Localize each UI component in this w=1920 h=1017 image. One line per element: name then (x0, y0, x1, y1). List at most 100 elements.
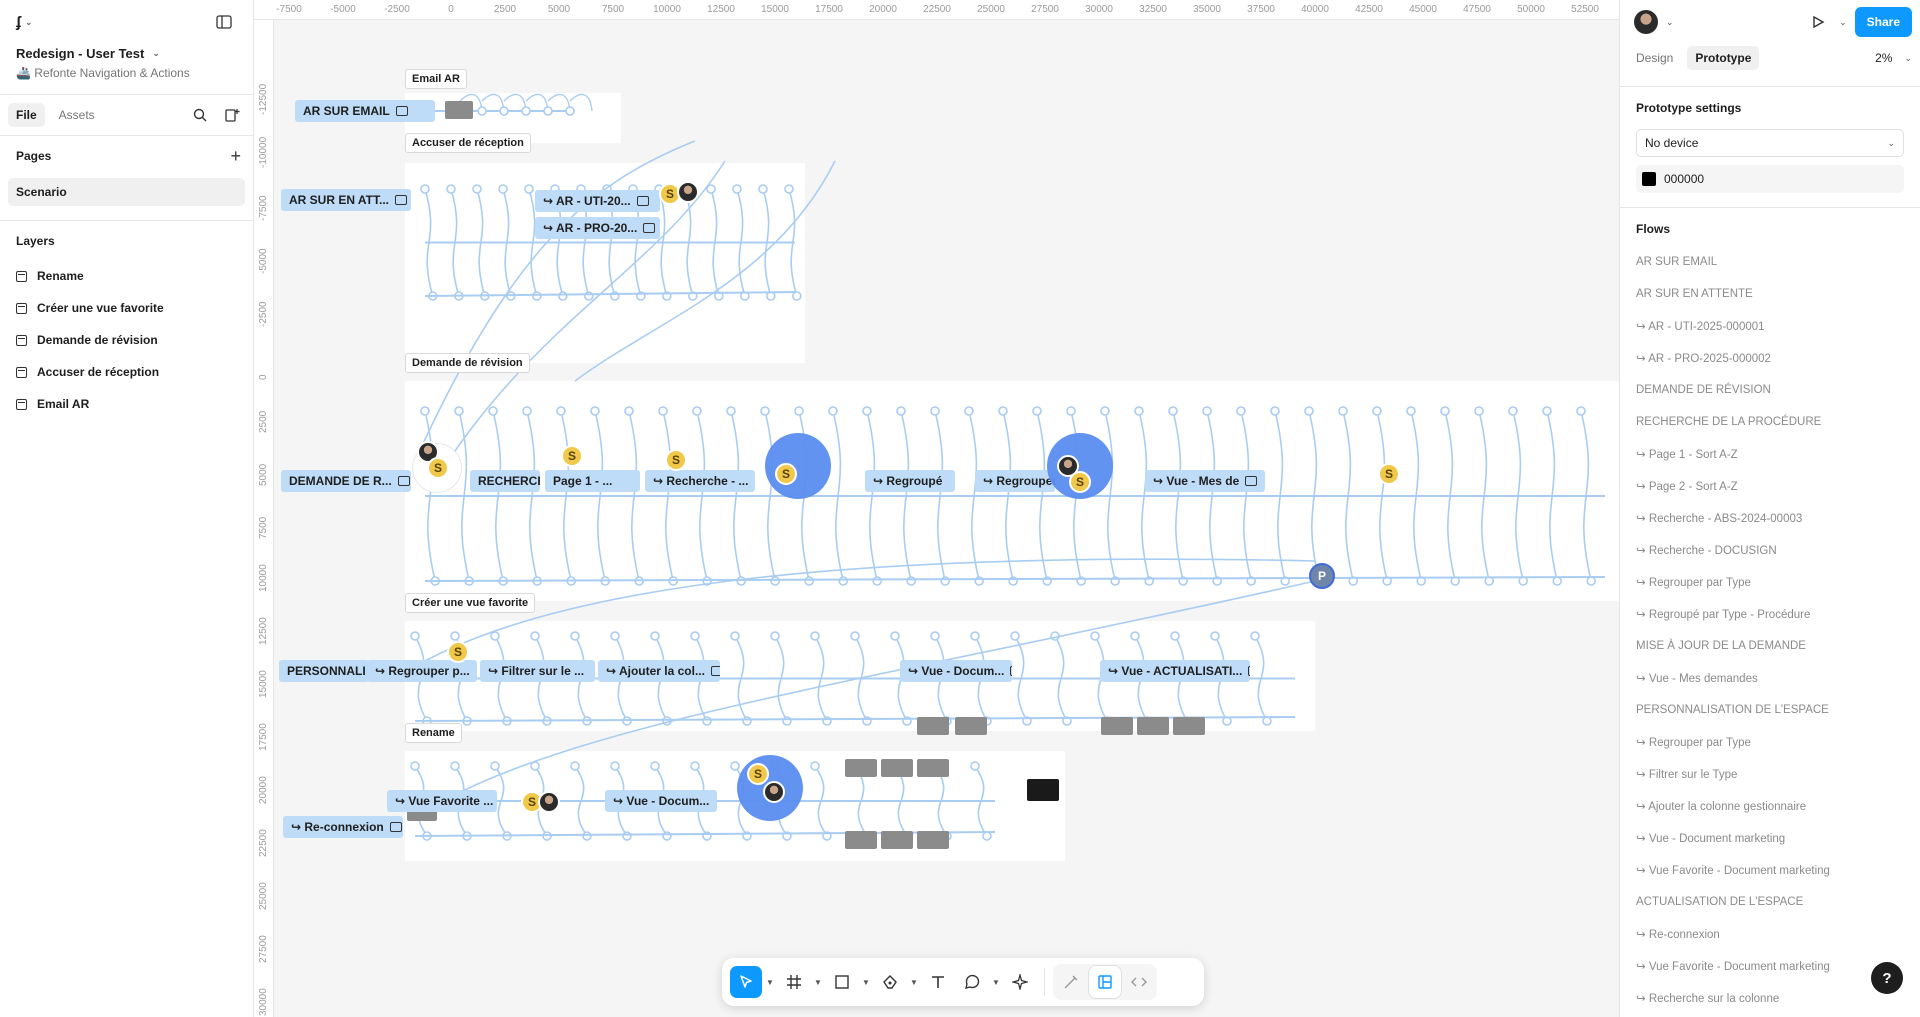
collaborator-avatar[interactable] (538, 791, 560, 813)
flow-recherche-abs[interactable]: ↪ Recherche - ... (645, 470, 755, 492)
flow-item[interactable]: AR SUR EMAIL (1636, 246, 1904, 278)
library-button[interactable] (219, 102, 245, 128)
chevron-down-icon[interactable]: ⌄ (1904, 53, 1912, 64)
flow-item[interactable]: PERSONNALISATION DE L'ESPACE (1636, 694, 1904, 726)
flow-item[interactable]: ↪ Page 2 - Sort A-Z (1636, 470, 1904, 502)
chevron-down-icon[interactable]: ▼ (990, 978, 1002, 987)
section-title-creer-vue-favorite[interactable]: Créer une vue favorite (405, 593, 536, 613)
frame-thumbnail[interactable] (917, 759, 949, 777)
present-icon[interactable] (1248, 666, 1250, 676)
flow-vue-docum-2[interactable]: ↪ Vue - Docum... (605, 790, 717, 812)
search-button[interactable] (187, 102, 213, 128)
page-item-scenario[interactable]: Scenario (8, 178, 245, 206)
flow-item[interactable]: ↪ Vue Favorite - Document marketing (1636, 854, 1904, 886)
flow-item[interactable]: ↪ Vue Favorite - Document marketing (1636, 950, 1904, 982)
chevron-down-icon[interactable]: ▼ (812, 978, 824, 987)
flow-item[interactable]: ACTUALISATION DE L'ESPACE (1636, 886, 1904, 918)
section-title-email-ar[interactable]: Email AR (405, 69, 467, 89)
frame-thumbnail[interactable] (845, 759, 877, 777)
flow-filtrer[interactable]: ↪ Filtrer sur le ... (480, 660, 595, 682)
flow-regrouper[interactable]: ↪ Regrouper (975, 470, 1055, 492)
flow-item[interactable]: DEMANDE DE RÉVISION (1636, 374, 1904, 406)
flow-regrouper-par[interactable]: ↪ Regrouper p... (367, 660, 477, 682)
background-color-field[interactable]: 000000 (1636, 165, 1904, 193)
collaborator-avatar[interactable]: S (427, 457, 449, 479)
present-icon[interactable] (389, 822, 402, 832)
present-icon[interactable] (395, 106, 408, 116)
flow-item[interactable]: RECHERCHE DE LA PROCÉDURE (1636, 406, 1904, 438)
flow-item[interactable]: ↪ Recherche - ABS-2024-00003 (1636, 502, 1904, 534)
tab-design[interactable]: Design (1628, 46, 1681, 70)
color-swatch[interactable] (1642, 172, 1656, 186)
layer-item[interactable]: Demande de révision (0, 324, 253, 356)
flow-start-ar-sur-en-attente[interactable]: AR SUR EN ATT... (281, 189, 411, 211)
add-page-icon[interactable]: + (230, 146, 241, 167)
layer-item[interactable]: Rename (0, 260, 253, 292)
flow-item[interactable]: MISE À JOUR DE LA DEMANDE (1636, 630, 1904, 662)
section-title-accuser-reception[interactable]: Accuser de réception (405, 133, 531, 153)
chevron-down-icon[interactable]: ⌄ (1839, 17, 1847, 28)
flow-item[interactable]: ↪ Regroupé par Type - Procédure (1636, 598, 1904, 630)
main-menu-button[interactable]: ʄ ⌄ (16, 14, 33, 31)
chevron-down-icon[interactable]: ▼ (764, 978, 776, 987)
tab-file[interactable]: File (8, 103, 45, 127)
flow-item[interactable]: ↪ Re-connexion (1636, 918, 1904, 950)
chevron-down-icon[interactable]: ▼ (908, 978, 920, 987)
flow-item[interactable]: ↪ AR - PRO-2025-000002 (1636, 342, 1904, 374)
section-title-demande-revision[interactable]: Demande de révision (405, 353, 530, 373)
flow-item[interactable]: ↪ Regrouper par Type (1636, 726, 1904, 758)
design-mode-button[interactable] (1089, 966, 1121, 998)
layer-item[interactable]: Email AR (0, 388, 253, 420)
frame-tool-button[interactable] (778, 966, 810, 998)
present-button[interactable] (1805, 9, 1831, 35)
text-tool-button[interactable] (922, 966, 954, 998)
present-icon[interactable] (710, 666, 720, 676)
chevron-down-icon[interactable]: ⌄ (1666, 17, 1674, 28)
flow-vue-actualisation[interactable]: ↪ Vue - ACTUALISATI... (1100, 660, 1250, 682)
chevron-down-icon[interactable]: ▼ (860, 978, 872, 987)
share-button[interactable]: Share (1854, 7, 1912, 37)
frame-thumbnail[interactable] (1101, 717, 1133, 735)
flow-ar-pro[interactable]: ↪ AR - PRO-20... (535, 217, 660, 239)
frame-thumbnail[interactable] (917, 717, 949, 735)
section-title-rename[interactable]: Rename (405, 723, 462, 743)
frame-thumbnail[interactable] (955, 717, 987, 735)
present-icon[interactable] (1010, 666, 1012, 676)
actions-tool-button[interactable] (1004, 966, 1036, 998)
flow-start-personnalisation[interactable]: PERSONNALI (279, 660, 369, 682)
present-icon[interactable] (636, 196, 649, 206)
frame-thumbnail[interactable] (845, 831, 877, 849)
flow-item[interactable]: ↪ Vue - Document marketing (1636, 822, 1904, 854)
frame-thumbnail[interactable] (881, 759, 913, 777)
background-color-value[interactable]: 000000 (1664, 172, 1704, 186)
flow-start-demande-revision[interactable]: DEMANDE DE R... (281, 470, 411, 492)
collaborator-avatar[interactable]: S (561, 445, 583, 467)
collaborator-avatar[interactable] (763, 781, 785, 803)
frame-thumbnail[interactable] (1137, 717, 1169, 735)
project-name[interactable]: 🚢 Refonte Navigation & Actions (16, 66, 237, 80)
flow-item[interactable]: ↪ Filtrer sur le Type (1636, 758, 1904, 790)
present-icon[interactable] (397, 476, 410, 486)
device-select[interactable]: No device ⌄ (1636, 129, 1904, 157)
flow-ajouter-colonne[interactable]: ↪ Ajouter la col... (598, 660, 720, 682)
frame-thumbnail[interactable] (881, 831, 913, 849)
collaborator-avatar[interactable]: S (1069, 471, 1091, 493)
move-tool-button[interactable] (730, 966, 762, 998)
layer-item[interactable]: Créer une vue favorite (0, 292, 253, 324)
frame-thumbnail[interactable] (917, 831, 949, 849)
collaborator-avatar[interactable]: S (665, 449, 687, 471)
help-button[interactable]: ? (1871, 962, 1903, 994)
flow-start-ar-sur-email[interactable]: AR SUR EMAIL (295, 100, 435, 122)
flow-item[interactable]: ↪ Vue - Mes demandes (1636, 662, 1904, 694)
flow-item[interactable]: ↪ Regrouper par Type (1636, 566, 1904, 598)
flow-item[interactable]: ↪ Recherche - DOCUSIGN (1636, 534, 1904, 566)
frame-thumbnail[interactable] (445, 101, 473, 119)
flow-vue-mes-demandes[interactable]: ↪ Vue - Mes de (1145, 470, 1265, 492)
flow-vue-favorite[interactable]: ↪ Vue Favorite ... (387, 790, 497, 812)
tab-assets[interactable]: Assets (51, 103, 103, 127)
collaborator-avatar[interactable] (677, 181, 699, 203)
dev-mode-button[interactable] (1123, 966, 1155, 998)
collaborator-avatar[interactable]: S (775, 463, 797, 485)
file-title[interactable]: Redesign - User Test ⌄ (16, 46, 237, 61)
collaborator-avatar[interactable]: P (1309, 563, 1335, 589)
